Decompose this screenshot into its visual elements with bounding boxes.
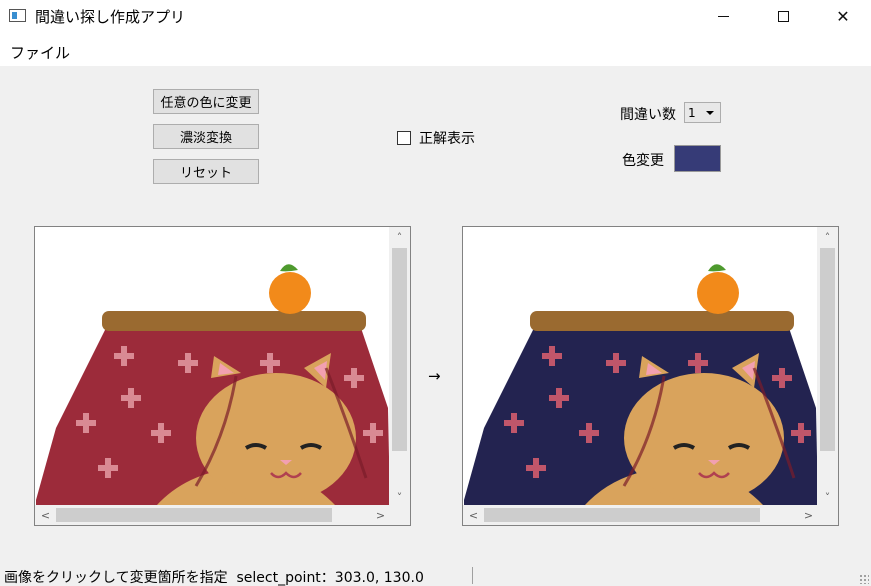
show-answer-toggle[interactable]: 正解表示 — [397, 128, 475, 148]
status-message: 画像をクリックして変更箇所を指定 select_point：303.0, 130… — [4, 570, 424, 586]
show-answer-label: 正解表示 — [419, 131, 475, 147]
color-change-label: 色変更 — [622, 153, 664, 169]
transform-arrow: → — [428, 367, 441, 385]
horizontal-scrollbar[interactable] — [463, 505, 819, 525]
scroll-up-icon[interactable]: ˄ — [817, 227, 838, 247]
app-icon — [9, 9, 26, 22]
scroll-down-icon[interactable]: ˅ — [817, 487, 838, 507]
scroll-corner — [817, 505, 838, 525]
chevron-down-icon — [706, 111, 714, 115]
color-swatch-button[interactable] — [674, 145, 721, 172]
horizontal-scrollbar[interactable] — [35, 505, 391, 525]
scroll-down-icon[interactable]: ˅ — [389, 487, 410, 507]
scroll-thumb[interactable] — [392, 248, 407, 451]
minimize-icon — [717, 15, 729, 17]
select-point-readout: select_point：303.0, 130.0 — [236, 570, 424, 586]
status-separator — [472, 567, 473, 584]
diff-count-value: 1 — [688, 105, 696, 120]
minimize-button[interactable] — [700, 0, 746, 32]
diff-count-label: 間違い数 — [620, 107, 676, 123]
status-bar: 画像をクリックして変更箇所を指定 select_point：303.0, 130… — [0, 564, 871, 586]
scroll-left-icon[interactable]: < — [463, 505, 484, 525]
modified-image[interactable] — [464, 228, 818, 506]
scroll-thumb[interactable] — [484, 508, 760, 522]
scroll-right-icon[interactable]: > — [798, 505, 819, 525]
change-any-color-button[interactable]: 任意の色に変更 — [153, 89, 259, 114]
reset-button[interactable]: リセット — [153, 159, 259, 184]
title-bar: 間違い探し作成アプリ ✕ — [0, 0, 871, 34]
modified-image-viewer[interactable]: ˄ ˅ < > — [462, 226, 839, 526]
vertical-scrollbar[interactable] — [389, 227, 410, 507]
scroll-thumb[interactable] — [56, 508, 332, 522]
close-icon: ✕ — [836, 6, 850, 26]
shade-convert-button[interactable]: 濃淡変換 — [153, 124, 259, 149]
menu-file[interactable]: ファイル — [10, 42, 70, 63]
original-image-viewer[interactable]: ˄ ˅ < > — [34, 226, 411, 526]
scroll-right-icon[interactable]: > — [370, 505, 391, 525]
menu-bar: ファイル — [0, 34, 871, 66]
maximize-icon — [777, 10, 789, 22]
scroll-left-icon[interactable]: < — [35, 505, 56, 525]
diff-count-select[interactable]: 1 — [684, 102, 721, 123]
maximize-button[interactable] — [760, 0, 806, 32]
scroll-up-icon[interactable]: ˄ — [389, 227, 410, 247]
scroll-thumb[interactable] — [820, 248, 835, 451]
window-title: 間違い探し作成アプリ — [35, 8, 186, 26]
scroll-corner — [389, 505, 410, 525]
show-answer-checkbox[interactable] — [397, 131, 411, 145]
close-button[interactable]: ✕ — [820, 0, 866, 32]
original-image[interactable] — [36, 228, 390, 506]
vertical-scrollbar[interactable] — [817, 227, 838, 507]
resize-grip-icon[interactable] — [859, 574, 869, 584]
